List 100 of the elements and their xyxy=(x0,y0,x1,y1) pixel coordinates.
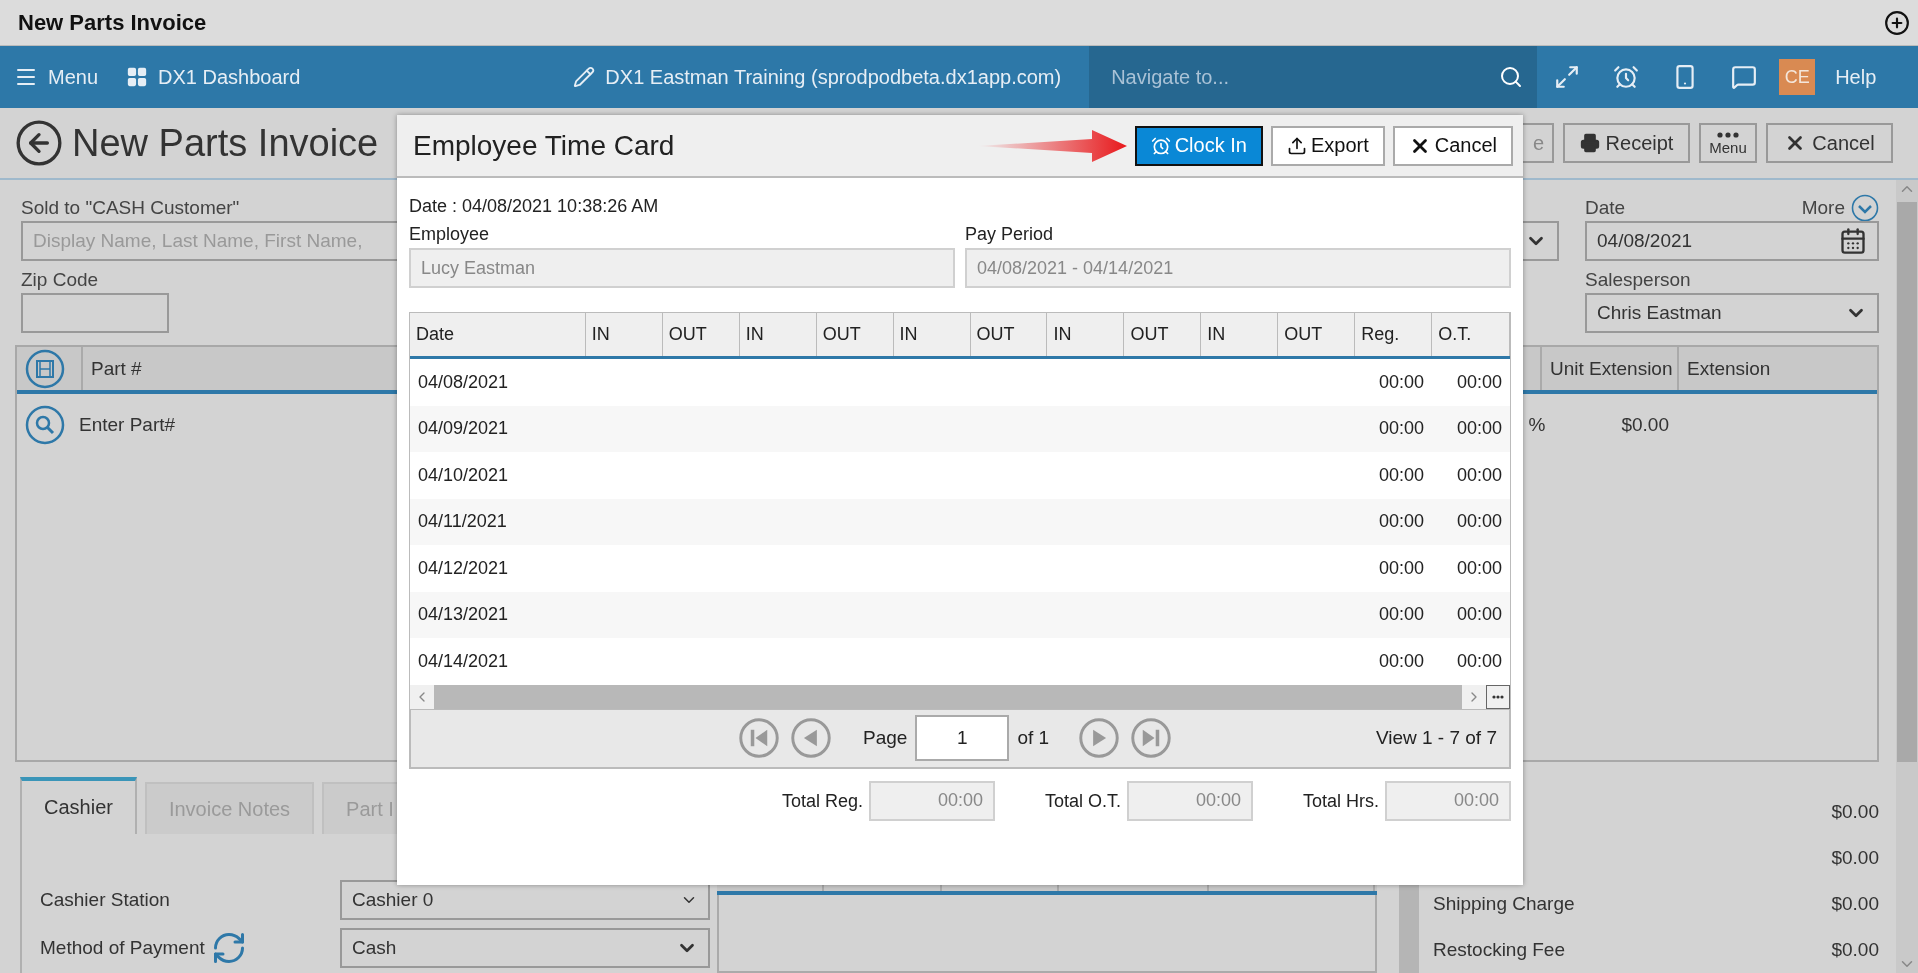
total-label: Restocking Fee xyxy=(1433,939,1565,961)
regular-hours-cell-text: 00:00 xyxy=(1378,371,1426,393)
more-label: More xyxy=(1801,196,1845,220)
regular-hours-cell-text: 00:00 xyxy=(1378,418,1426,440)
navigate-placeholder: Navigate to... xyxy=(1111,65,1229,89)
total-label: Shipping Charge xyxy=(1433,893,1575,915)
pencil-icon xyxy=(573,66,596,88)
total-field: 00:00 xyxy=(868,780,995,821)
part-entry-placeholder[interactable]: Enter Part# xyxy=(79,414,176,436)
page-field[interactable]: 1 xyxy=(915,715,1010,761)
page-title: New Parts Invoice xyxy=(72,121,379,165)
expand-chevron-icon[interactable] xyxy=(1851,194,1879,222)
help-link[interactable]: Help xyxy=(1821,46,1891,108)
overtime-cell-text: 00:00 xyxy=(1455,511,1503,533)
menu-button[interactable]: Menu xyxy=(1699,123,1757,163)
column-header: IN xyxy=(1201,313,1279,356)
date-cell-text: 04/08/2021 xyxy=(417,371,510,393)
column-header: Reg. xyxy=(1355,313,1433,356)
total-label: Total Reg. xyxy=(781,789,863,813)
column-header: OUT xyxy=(1278,313,1356,356)
payment-method-select[interactable]: Cash xyxy=(340,928,710,968)
export-button[interactable]: Export xyxy=(1270,125,1385,166)
calendar-icon[interactable] xyxy=(1839,227,1867,255)
previous-page-icon[interactable] xyxy=(791,718,831,758)
salesperson-select[interactable]: Chris Eastman xyxy=(1585,293,1879,333)
column-header: IN xyxy=(585,313,663,356)
salesperson-label: Salesperson xyxy=(1585,268,1691,292)
first-page-icon[interactable] xyxy=(739,718,779,758)
cancel-button[interactable]: Cancel xyxy=(1392,125,1513,166)
column-header: Extension xyxy=(1686,356,1772,381)
printer-icon xyxy=(1579,133,1600,153)
zip-code-label: Zip Code xyxy=(21,268,99,292)
date-cell-text: 04/11/2021 xyxy=(417,511,508,533)
regular-hours-cell-text: 00:00 xyxy=(1378,557,1426,579)
pay-period-label: Pay Period xyxy=(965,223,1055,246)
search-icon[interactable] xyxy=(1499,65,1524,89)
dashboard-link[interactable]: DX1 Dashboard xyxy=(112,46,315,108)
zip-code-field[interactable] xyxy=(21,293,169,333)
column-header: OUT xyxy=(1124,313,1202,356)
last-page-icon[interactable] xyxy=(1131,718,1172,758)
date-cell-text: 04/10/2021 xyxy=(417,464,510,486)
upload-icon xyxy=(1286,135,1307,156)
total-value: $0.00 xyxy=(1831,939,1879,961)
column-header: OUT xyxy=(970,313,1048,356)
total-field: 00:00 xyxy=(1126,780,1253,821)
regular-hours-cell-text: 00:00 xyxy=(1378,650,1426,672)
total-label: Total O.T. xyxy=(1044,789,1121,813)
clock-in-button[interactable]: Clock In xyxy=(1134,125,1263,166)
alarm-clock-icon[interactable] xyxy=(1612,64,1639,90)
total-value: $0.00 xyxy=(1831,893,1879,915)
regular-hours-cell-text: 00:00 xyxy=(1378,604,1426,626)
overtime-cell-text: 00:00 xyxy=(1455,557,1503,579)
tab[interactable]: Cashier xyxy=(20,777,137,834)
overtime-cell-text: 00:00 xyxy=(1455,464,1503,486)
scrollbar-thumb[interactable] xyxy=(1897,202,1917,762)
column-header: OUT xyxy=(816,313,894,356)
payment-method-label: Method of Payment xyxy=(40,937,205,959)
view-count: View 1 - 7 of 7 xyxy=(1375,727,1497,749)
sold-to-label: Sold to "CASH Customer" xyxy=(21,196,240,220)
window-title: New Parts Invoice xyxy=(18,9,207,36)
receipt-button[interactable]: Receipt xyxy=(1563,123,1690,163)
date-label: Date xyxy=(1585,196,1626,220)
cancel-button[interactable]: Cancel xyxy=(1766,123,1893,163)
regular-hours-cell-text: 00:00 xyxy=(1378,511,1426,533)
back-icon[interactable] xyxy=(14,118,64,168)
site-link[interactable]: DX1 Eastman Training (sprodpodbeta.dx1app.com) xyxy=(559,46,1076,108)
grid-icon xyxy=(126,66,149,88)
column-header: Date xyxy=(410,313,586,356)
date-cell-text: 04/14/2021 xyxy=(417,650,510,672)
unit-extension-cell: $0.00 xyxy=(1621,414,1669,436)
date-field[interactable]: 04/08/2021 xyxy=(1585,221,1879,261)
ellipsis-icon[interactable] xyxy=(1492,694,1504,699)
overtime-cell-text: 00:00 xyxy=(1455,650,1503,672)
page-count: of 1 xyxy=(1017,727,1050,749)
alarm-clock-icon xyxy=(1150,135,1171,156)
total-label: Total Hrs. xyxy=(1302,789,1379,813)
percent-cell: % xyxy=(1528,414,1546,436)
date-cell-text: 04/13/2021 xyxy=(417,604,510,626)
cashier-station-label: Cashier Station xyxy=(40,888,171,912)
column-header: IN xyxy=(893,313,971,356)
overtime-cell-text: 00:00 xyxy=(1455,371,1503,393)
next-page-icon[interactable] xyxy=(1079,718,1120,758)
dialog-title: Employee Time Card xyxy=(413,129,675,162)
column-header: O.T. xyxy=(1432,313,1511,356)
total-value: $0.00 xyxy=(1831,847,1879,869)
chat-icon[interactable] xyxy=(1730,64,1757,90)
column-header: IN xyxy=(1047,313,1125,356)
page-label: Page xyxy=(863,727,908,749)
expand-icon[interactable] xyxy=(1553,64,1580,90)
regular-hours-cell-text: 00:00 xyxy=(1378,464,1426,486)
overtime-cell-text: 00:00 xyxy=(1455,604,1503,626)
timestamp-text: Date : 04/08/2021 10:38:26 AM xyxy=(409,195,660,218)
menu-link[interactable]: Menu xyxy=(0,46,113,108)
overtime-cell-text: 00:00 xyxy=(1455,418,1503,440)
film-icon[interactable] xyxy=(25,348,65,389)
date-cell-text: 04/12/2021 xyxy=(417,557,510,579)
add-icon[interactable] xyxy=(1884,9,1910,36)
total-value: $0.00 xyxy=(1831,801,1879,823)
date-cell-text: 04/09/2021 xyxy=(417,418,510,440)
search-icon[interactable] xyxy=(25,405,65,445)
